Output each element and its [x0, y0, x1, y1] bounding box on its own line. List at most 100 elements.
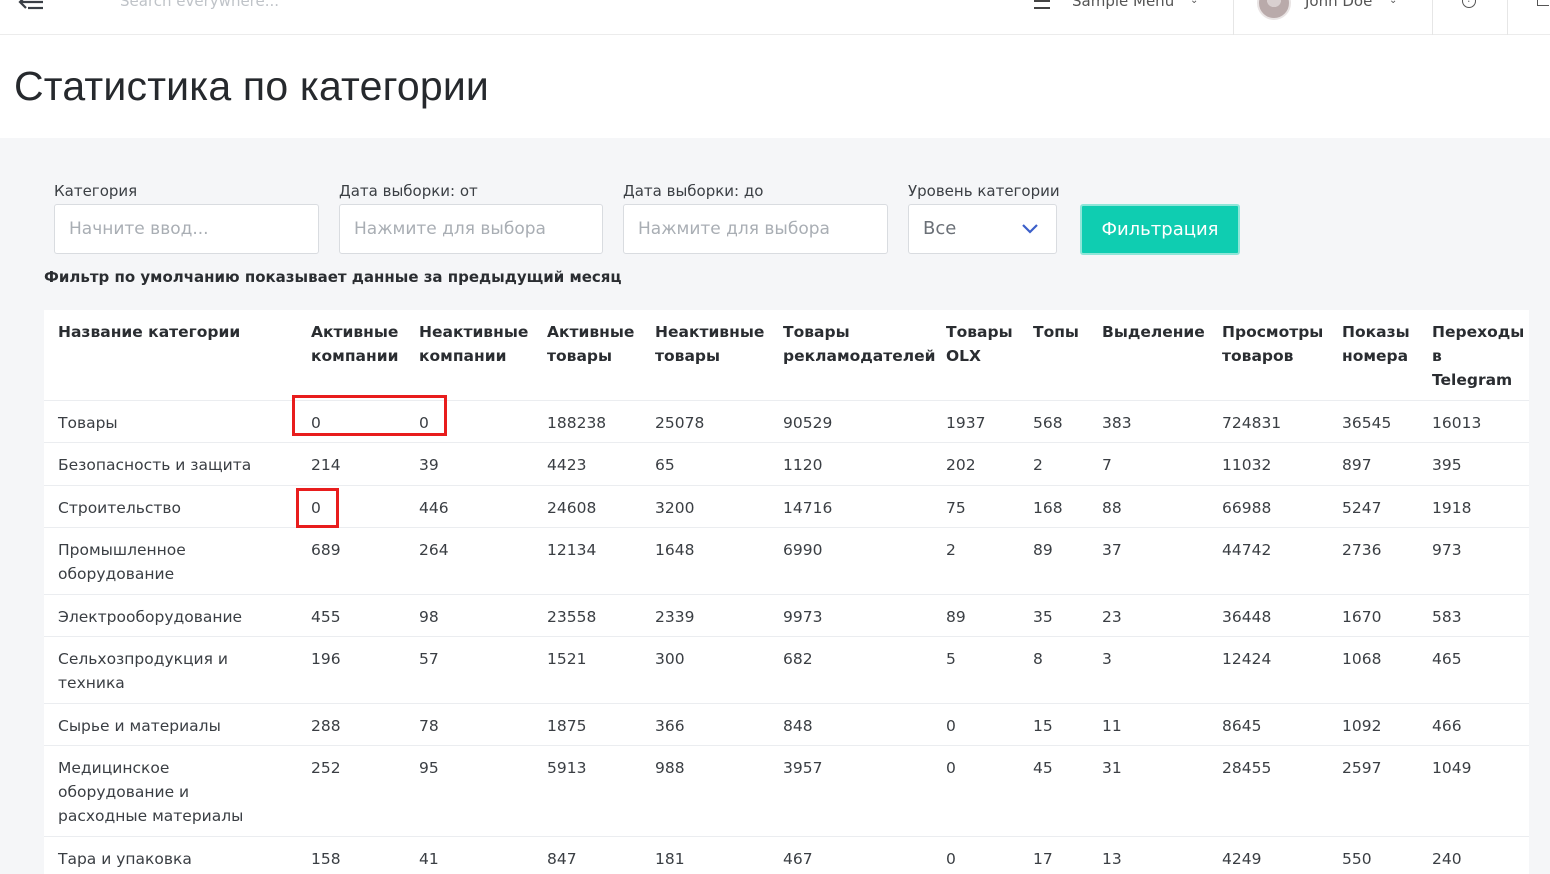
table-cell: 568 [1033, 414, 1063, 432]
table-cell: 0 [946, 850, 956, 868]
table-cell: 6990 [783, 541, 823, 559]
column-header-line: Просмотры [1222, 323, 1324, 341]
table-cell: 252 [311, 759, 341, 777]
date-from-input[interactable] [339, 204, 603, 254]
category-name-cell: Сельхозпродукция и техника [58, 647, 228, 695]
column-header-line: товаров [1222, 347, 1294, 365]
category-name-line: Безопасность и защита [58, 456, 252, 474]
category-name-line: оборудование [58, 565, 175, 583]
table-row: Промышленное оборудование 689 264 12134 1648 6… [44, 527, 1529, 594]
table-cell: 37 [1102, 541, 1122, 559]
table-cell: 24608 [547, 499, 597, 517]
column-header-line: OLX [946, 347, 982, 365]
search-input[interactable] [120, 0, 420, 14]
column-header-line: Telegram [1432, 371, 1513, 389]
table-cell: 188238 [547, 414, 607, 432]
table-cell: 57 [419, 650, 439, 668]
table-cell: 1648 [655, 541, 695, 559]
category-input[interactable] [54, 204, 319, 254]
menu-icon[interactable] [1034, 0, 1050, 9]
category-name-line: Сырье и материалы [58, 717, 221, 735]
divider [1233, 0, 1234, 35]
table-row: Электрооборудование 455 98 23558 2339 9973 89 3… [44, 594, 1529, 636]
table-cell: 44742 [1222, 541, 1272, 559]
table-cell: 1875 [547, 717, 587, 735]
column-header-line: Товары [783, 323, 850, 341]
column-header-line: компании [311, 347, 399, 365]
category-name-cell: Тара и упаковка [58, 847, 192, 871]
table-cell: 158 [311, 850, 341, 868]
table-cell: 12134 [547, 541, 597, 559]
category-name-line: Электрооборудование [58, 608, 243, 626]
table-cell: 202 [946, 456, 976, 474]
column-header: Просмотры товаров [1222, 320, 1323, 368]
table-cell: 1049 [1432, 759, 1472, 777]
category-stats-table: Название категории Активные компании Неакти… [44, 310, 1529, 874]
column-header: Активные товары [547, 320, 634, 368]
chevron-down-icon [1022, 224, 1038, 234]
column-header-line: Неактивные [655, 323, 765, 341]
category-name-line: Медицинское [58, 759, 170, 777]
table-cell: 3200 [655, 499, 695, 517]
table-cell: 16013 [1432, 414, 1482, 432]
table-cell: 35 [1033, 608, 1053, 626]
category-name-line: техника [58, 674, 125, 692]
table-cell: 90529 [783, 414, 833, 432]
category-name-line: оборудование и [58, 783, 190, 801]
table-cell: 5913 [547, 759, 587, 777]
table-cell: 0 [946, 717, 956, 735]
table-row: Безопасность и защита 214 39 4423 65 1120 202 2… [44, 442, 1529, 485]
table-cell: 240 [1432, 850, 1462, 868]
table-cell: 15 [1033, 717, 1053, 735]
table-cell: 0 [311, 414, 321, 432]
column-header-line: в [1432, 347, 1442, 365]
help-icon[interactable]: ? [1462, 0, 1476, 8]
category-name-line: Строительство [58, 499, 182, 517]
sample-menu-dropdown[interactable]: Sample Menu [1072, 0, 1174, 10]
back-arrow-icon[interactable] [18, 0, 44, 10]
chevron-down-icon[interactable]: ⌄ [1190, 0, 1198, 6]
category-name-cell: Сырье и материалы [58, 714, 221, 738]
table-cell: 75 [946, 499, 966, 517]
column-header: Выделение [1102, 320, 1205, 344]
category-level-label: Уровень категории [908, 182, 1060, 200]
category-level-value: Все [923, 218, 957, 239]
table-cell: 467 [783, 850, 813, 868]
logout-icon[interactable] [1537, 0, 1549, 6]
table-cell: 366 [655, 717, 685, 735]
table-cell: 9973 [783, 608, 823, 626]
chevron-down-icon[interactable]: ⌄ [1389, 0, 1397, 6]
user-menu[interactable]: John Doe [1305, 0, 1372, 10]
column-header-line: Активные [311, 323, 399, 341]
table-cell: 66988 [1222, 499, 1272, 517]
category-level-select[interactable]: Все [908, 204, 1057, 254]
table-cell: 466 [1432, 717, 1462, 735]
table-cell: 3957 [783, 759, 823, 777]
column-header: Название категории [58, 320, 240, 344]
table-cell: 973 [1432, 541, 1462, 559]
table-cell: 11032 [1222, 456, 1272, 474]
table-cell: 383 [1102, 414, 1132, 432]
table-cell: 95 [419, 759, 439, 777]
table-cell: 17 [1033, 850, 1053, 868]
table-row: Сельхозпродукция и техника 196 57 1521 300 682… [44, 636, 1529, 703]
table-cell: 465 [1432, 650, 1462, 668]
column-header-line: Неактивные [419, 323, 529, 341]
table-cell: 550 [1342, 850, 1372, 868]
table-cell: 12424 [1222, 650, 1272, 668]
date-to-input[interactable] [623, 204, 888, 254]
table-cell: 583 [1432, 608, 1462, 626]
table-cell: 1521 [547, 650, 587, 668]
table-row: Медицинское оборудование и расходные матер… [44, 745, 1529, 836]
column-header: Товары OLX [946, 320, 1013, 368]
avatar[interactable] [1257, 0, 1291, 20]
table-cell: 0 [946, 759, 956, 777]
table-cell: 88 [1102, 499, 1122, 517]
category-name-cell: Строительство [58, 496, 181, 520]
table-cell: 3 [1102, 650, 1112, 668]
divider [1432, 0, 1433, 35]
filter-button[interactable]: Фильтрация [1080, 204, 1240, 255]
category-name-cell: Товары [58, 411, 118, 435]
column-header-line: товары [655, 347, 721, 365]
table-cell: 300 [655, 650, 685, 668]
